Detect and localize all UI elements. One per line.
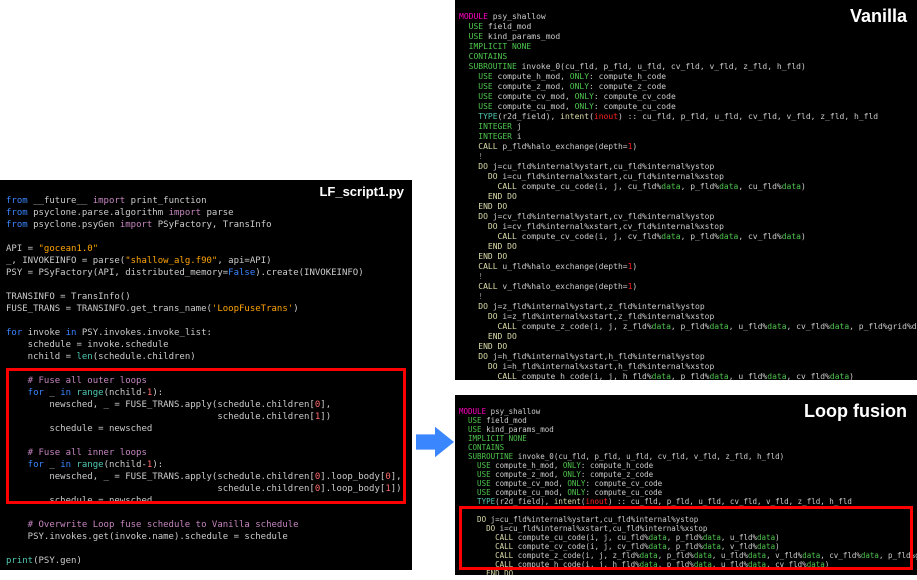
vanilla-panel: Vanilla MODULE psy_shallow USE field_mod… <box>455 0 917 380</box>
script-panel: LF_script1.py from __future__ import pri… <box>0 180 412 570</box>
vanilla-label: Vanilla <box>850 6 907 27</box>
fusion-label: Loop fusion <box>804 401 907 422</box>
vanilla-code: MODULE psy_shallow USE field_mod USE kin… <box>459 12 913 380</box>
fusion-panel: Loop fusion MODULE psy_shallow USE field… <box>455 395 917 575</box>
fusion-code: MODULE psy_shallow USE field_mod USE kin… <box>459 407 913 576</box>
script-code: from __future__ import print_function fr… <box>6 195 406 567</box>
script-label: LF_script1.py <box>319 184 404 199</box>
arrow-icon <box>416 422 454 462</box>
